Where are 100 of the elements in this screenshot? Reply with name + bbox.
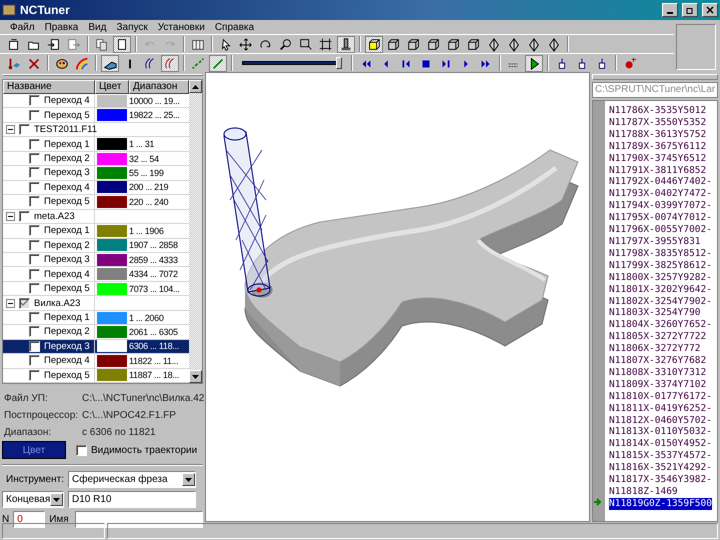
menu-item[interactable]: Запуск [116,22,148,32]
splitter-bar[interactable] [592,74,718,80]
collapse-toggle[interactable] [6,125,15,134]
code-line[interactable]: N11795X-0074Y7012- [609,212,712,224]
checkbox[interactable] [29,110,40,121]
slider-thumb[interactable] [336,57,342,69]
tree-row[interactable]: Переход 4 200 ... 219 [3,180,189,196]
code-line[interactable]: N11788X-3613Y5752 [609,128,706,141]
tree-row[interactable]: Переход 4 11822 ... 11... [3,354,189,369]
menu-item[interactable]: Правка [44,22,78,32]
code-line[interactable]: N11794X-0399Y7072- [609,200,712,212]
code-line[interactable]: N11811X-0419Y6252- [609,402,712,415]
run-icon[interactable] [525,54,543,72]
checkbox[interactable] [29,225,40,236]
column-header[interactable]: Название [3,80,95,94]
checkbox[interactable] [29,95,40,106]
code-line[interactable]: N11804X-3260Y7652- [609,319,712,332]
checkbox[interactable] [19,298,30,309]
code-line[interactable]: N11791X-3811Y6852 [609,164,706,176]
code-line[interactable]: N11790X-3745Y6512 [609,152,706,165]
code-line[interactable]: N11812X-0460Y5702- [609,414,712,426]
page-icon[interactable] [113,36,131,52]
code-line[interactable]: N11818Z-1469 [609,486,678,498]
tree-row[interactable]: Переход 5 11887 ... 18... [3,368,189,384]
cube-icon[interactable] [365,36,383,52]
name-field[interactable] [75,511,203,528]
code-line[interactable]: N11801X-3202Y9642- [609,284,712,296]
menu-item[interactable]: Файл [10,22,35,32]
path-field[interactable]: C:\SPRUT\NCTuner\nc\Lar [592,82,718,98]
tree-row[interactable]: Переход 1 1 ... 1906 [3,224,189,239]
scrollbar[interactable] [189,80,202,383]
menu-item[interactable]: Установки [158,22,205,32]
checkbox[interactable] [29,167,40,178]
checkbox[interactable] [29,254,40,266]
code-line[interactable]: N11814X-0150Y4952- [609,438,712,450]
tool-type-dropdown[interactable]: Сферическая фреза [68,471,196,488]
code-line[interactable]: N11808X-3310Y7312 [609,366,706,379]
code-line[interactable]: N11803X-3254Y790 [609,307,701,320]
code-line[interactable]: N11798X-3835Y8512- [609,248,712,260]
checkbox[interactable] [29,370,40,381]
code-line[interactable]: N11805X-3272Y7722 [609,331,706,344]
checkbox[interactable] [29,138,40,150]
menu-item[interactable]: Справка [214,22,254,32]
checkbox[interactable] [29,268,40,280]
code-line[interactable]: N11800X-3257Y9282- [609,272,712,284]
tree-row[interactable]: Переход 2 2061 ... 6305 [3,325,189,340]
code-line[interactable]: N11802X-3254Y7902- [609,296,712,308]
code-line[interactable]: N11816X-3521Y4292- [609,462,712,474]
code-line[interactable]: N11813X-0110Y5032- [609,426,712,438]
checkbox[interactable] [29,312,40,324]
code-line[interactable]: N11786X-3535Y5012 [609,105,706,117]
code-line[interactable]: N11797X-3955Y831 [609,236,701,248]
tree-row[interactable]: Переход 1 1 ... 2060 [3,310,189,326]
code-line[interactable]: N11809X-3374Y7102 [609,378,706,391]
tree-row[interactable]: Переход 3 2859 ... 4333 [3,252,189,268]
tree-row[interactable]: Переход 2 1907 ... 2858 [3,238,189,253]
code-line[interactable]: N11806X-3272Y772 [609,343,701,356]
tree-row[interactable]: Переход 5 220 ... 240 [3,195,189,210]
tree-row[interactable]: Переход 2 32 ... 54 [3,152,189,166]
checkbox[interactable] [76,444,87,456]
checkbox[interactable] [29,153,40,164]
tree-row[interactable]: Переход 1 1 ... 31 [3,137,189,152]
slider[interactable] [242,56,342,70]
code-line[interactable]: N11817X-3546Y3982- [609,474,712,486]
scroll-down-icon[interactable] [192,374,199,378]
collapse-toggle[interactable] [6,212,15,221]
tree-row[interactable]: Переход 3 6306 ... 118... [3,340,189,354]
solid-icon[interactable] [101,54,119,72]
close-button[interactable] [702,3,718,17]
checkbox[interactable] [29,240,40,251]
tree-row[interactable]: Переход 5 19822 ... 25... [3,108,189,123]
code-line[interactable]: N11810X-0177Y6172- [609,390,712,403]
checkbox[interactable] [29,326,40,338]
column-header[interactable]: Цвет [95,80,129,94]
size-field[interactable]: D10 R10 [68,491,196,508]
menu-item[interactable]: Вид [88,22,106,32]
tree-row[interactable]: Переход 3 55 ... 199 [3,166,189,181]
checkbox[interactable] [29,283,40,294]
code-line[interactable]: N11796X-0055Y7002- [609,224,712,236]
tree-row[interactable]: Переход 5 7073 ... 104... [3,282,189,296]
checkbox[interactable] [29,196,40,208]
cutter-icon[interactable] [337,36,355,52]
shape-dropdown[interactable]: Концевая [2,491,64,508]
collapse-toggle[interactable] [6,298,15,308]
minimize-button[interactable] [662,3,678,17]
code-line[interactable]: N11792X-0446Y7402- [609,176,712,188]
wave-icon[interactable] [161,54,179,72]
scroll-up-icon[interactable] [192,84,199,88]
code-line[interactable]: N11793X-0402Y7472- [609,188,712,200]
restore-button[interactable] [682,3,698,17]
checkbox[interactable] [29,340,40,352]
code-line[interactable]: N11799X-3825Y8612- [609,260,712,272]
color-button[interactable]: Цвет [2,441,66,459]
tree-row[interactable]: Переход 4 4334 ... 7072 [3,267,189,282]
code-line[interactable]: N11789X-3675Y6112 [609,140,706,153]
code-line[interactable]: N11815X-3537Y4572- [609,450,712,462]
tree-row[interactable]: Переход 4 10000 ... 19... [3,94,189,108]
checkbox[interactable] [19,124,30,136]
checkbox[interactable] [29,355,40,366]
checkbox[interactable] [19,210,30,222]
